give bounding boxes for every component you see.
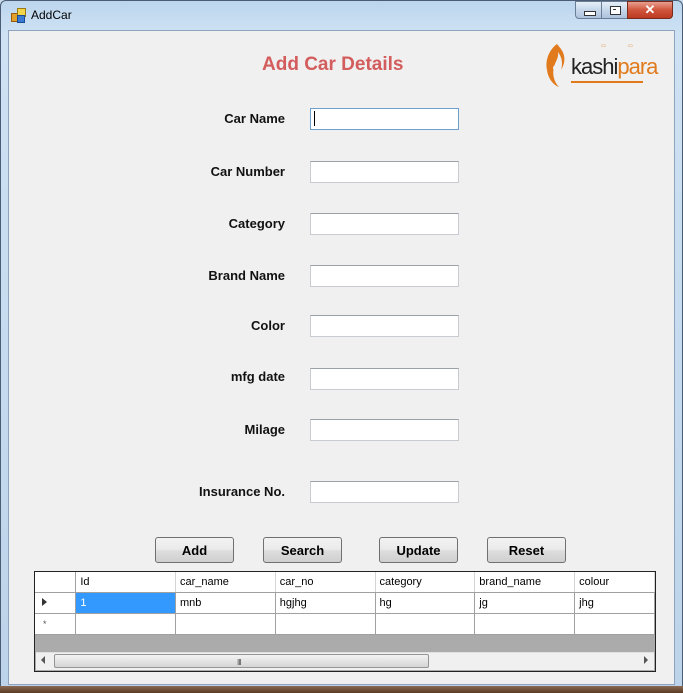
window-title: AddCar <box>31 8 72 22</box>
row-header-corner[interactable] <box>35 572 77 593</box>
logo-tag-left: ▭ <box>601 43 606 49</box>
car-number-label: Car Number <box>210 164 285 179</box>
row-header-new[interactable]: * <box>35 613 77 635</box>
insurance-no-label: Insurance No. <box>199 484 285 499</box>
brand-name-label: Brand Name <box>208 268 285 283</box>
column-header-category[interactable]: category <box>375 572 476 593</box>
cell-colour[interactable]: jhg <box>574 592 655 614</box>
new-cell-id[interactable] <box>75 613 176 635</box>
category-input[interactable] <box>310 213 459 235</box>
cell-id[interactable]: 1 <box>75 592 176 614</box>
mfg-date-label: mfg date <box>230 369 285 384</box>
insurance-no-input[interactable] <box>310 481 459 503</box>
maximize-icon <box>610 6 621 15</box>
app-icon <box>11 8 26 23</box>
column-header-brand-name[interactable]: brand_name <box>474 572 576 593</box>
new-cell-car-name[interactable] <box>175 613 276 635</box>
reset-button[interactable]: Reset <box>487 537 566 563</box>
scrollbar-thumb[interactable]: III <box>54 654 429 668</box>
lion-logo-icon <box>546 44 565 87</box>
new-cell-car-no[interactable] <box>275 613 376 635</box>
table-row[interactable]: 1 mnb hgjhg hg jg jhg <box>35 592 655 614</box>
taskbar-edge <box>0 686 683 693</box>
row-header-current[interactable] <box>35 592 77 614</box>
milage-input[interactable] <box>310 419 459 441</box>
color-input[interactable] <box>310 315 459 337</box>
new-cell-brand-name[interactable] <box>474 613 576 635</box>
new-cell-category[interactable] <box>375 613 476 635</box>
close-button[interactable]: ✕ <box>627 1 673 19</box>
current-row-arrow-icon <box>42 597 47 606</box>
page-title: Add Car Details <box>262 54 404 75</box>
mfg-date-input[interactable] <box>310 368 459 390</box>
cars-data-grid[interactable]: Id car_name car_no category brand_name c… <box>34 571 656 672</box>
scroll-left-arrow-icon[interactable] <box>41 656 45 664</box>
close-icon: ✕ <box>644 2 656 17</box>
column-header-colour[interactable]: colour <box>574 572 655 593</box>
cell-category[interactable]: hg <box>375 592 476 614</box>
logo-tag-right: ▭ <box>628 43 633 49</box>
grid-table: Id car_name car_no category brand_name c… <box>35 572 655 635</box>
new-cell-colour[interactable] <box>574 613 655 635</box>
cell-car-no[interactable]: hgjhg <box>275 592 376 614</box>
minimize-button[interactable] <box>575 1 602 19</box>
column-header-id[interactable]: Id <box>75 572 176 593</box>
scroll-right-arrow-icon[interactable] <box>644 656 648 664</box>
brand-name-input[interactable] <box>310 265 459 287</box>
text-caret <box>314 111 315 126</box>
column-header-car-no[interactable]: car_no <box>275 572 376 593</box>
update-button[interactable]: Update <box>379 537 458 563</box>
column-header-car-name[interactable]: car_name <box>175 572 276 593</box>
logo-wordmark: kashipara <box>571 54 658 79</box>
milage-label: Milage <box>244 422 285 437</box>
car-number-input[interactable] <box>310 161 459 183</box>
new-row-asterisk-icon: * <box>43 618 47 629</box>
car-name-input[interactable] <box>310 108 459 130</box>
horizontal-scrollbar[interactable]: III <box>36 652 654 670</box>
car-name-label: Car Name <box>224 111 285 126</box>
title-bar[interactable]: AddCar ✕ <box>0 0 683 30</box>
kashipara-logo: ▭ ▭ kashipara <box>545 40 658 90</box>
minimize-icon <box>584 11 596 16</box>
cell-car-name[interactable]: mnb <box>175 592 276 614</box>
search-button[interactable]: Search <box>263 537 342 563</box>
logo-underline <box>571 81 643 83</box>
cell-brand-name[interactable]: jg <box>474 592 576 614</box>
add-button[interactable]: Add <box>155 537 234 563</box>
grid-header-row: Id car_name car_no category brand_name c… <box>35 572 655 593</box>
scrollbar-grip-icon: III <box>237 658 242 667</box>
category-label: Category <box>228 216 285 231</box>
maximize-button[interactable] <box>601 1 628 19</box>
new-row[interactable]: * <box>35 613 655 635</box>
color-label: Color <box>251 318 285 333</box>
